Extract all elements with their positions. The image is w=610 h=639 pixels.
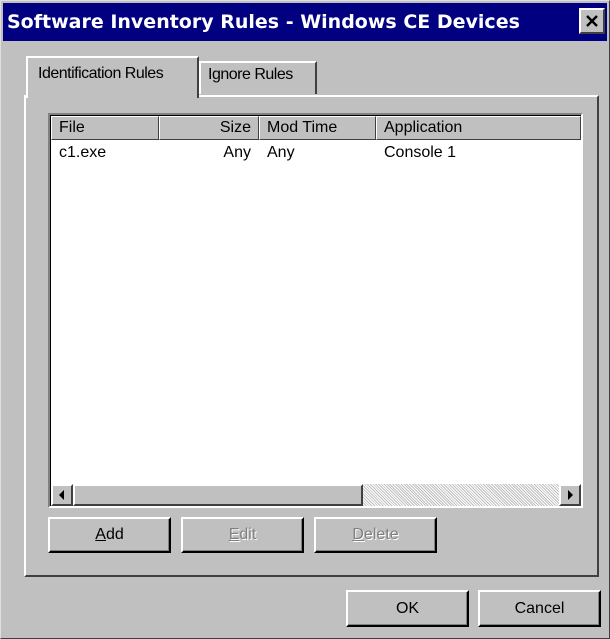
- close-button[interactable]: [579, 8, 605, 34]
- rules-list[interactable]: File Size Mod Time Application c1.exe An…: [48, 113, 583, 508]
- column-header-application[interactable]: Application: [376, 116, 581, 140]
- column-header-file[interactable]: File: [51, 116, 159, 140]
- scroll-left-button[interactable]: [51, 484, 73, 506]
- scroll-right-arrow-icon: [568, 490, 573, 500]
- horizontal-scrollbar[interactable]: [51, 484, 581, 506]
- tab-identification-rules[interactable]: Identification Rules: [26, 56, 199, 98]
- cancel-label: Cancel: [514, 599, 565, 617]
- title-bar[interactable]: Software Inventory Rules - Windows CE De…: [3, 3, 607, 41]
- delete-mnemonic: D: [352, 526, 364, 543]
- list-header: File Size Mod Time Application: [51, 116, 581, 140]
- cancel-button[interactable]: Cancel: [478, 590, 601, 627]
- tab-ignore-rules-label: Ignore Rules: [208, 66, 293, 83]
- scroll-thumb[interactable]: [73, 484, 363, 506]
- add-button[interactable]: Add: [48, 517, 171, 553]
- tab-identification-rules-label: Identification Rules: [38, 65, 164, 82]
- delete-label: elete: [363, 526, 399, 543]
- dialog-window: Software Inventory Rules - Windows CE De…: [0, 0, 610, 639]
- delete-button[interactable]: Delete: [314, 517, 437, 553]
- ok-button[interactable]: OK: [346, 590, 469, 627]
- add-label: dd: [105, 526, 124, 543]
- cell-size: Any: [223, 144, 251, 161]
- close-icon: [586, 15, 598, 27]
- window-title: Software Inventory Rules - Windows CE De…: [7, 11, 520, 33]
- edit-label: dit: [239, 526, 257, 543]
- tab-ignore-rules[interactable]: Ignore Rules: [199, 61, 317, 94]
- edit-button[interactable]: Edit: [181, 517, 304, 553]
- edit-mnemonic: E: [228, 526, 240, 543]
- column-header-mod-time[interactable]: Mod Time: [259, 116, 376, 140]
- scroll-left-arrow-icon: [59, 490, 64, 500]
- cell-mod-time: Any: [267, 144, 295, 161]
- table-row[interactable]: c1.exe Any Any Console 1: [51, 142, 581, 164]
- ok-label: OK: [395, 599, 420, 617]
- cell-application: Console 1: [384, 144, 457, 161]
- add-mnemonic: A: [95, 526, 106, 543]
- column-header-size[interactable]: Size: [159, 116, 259, 140]
- cell-file: c1.exe: [59, 144, 107, 161]
- scroll-right-button[interactable]: [559, 484, 581, 506]
